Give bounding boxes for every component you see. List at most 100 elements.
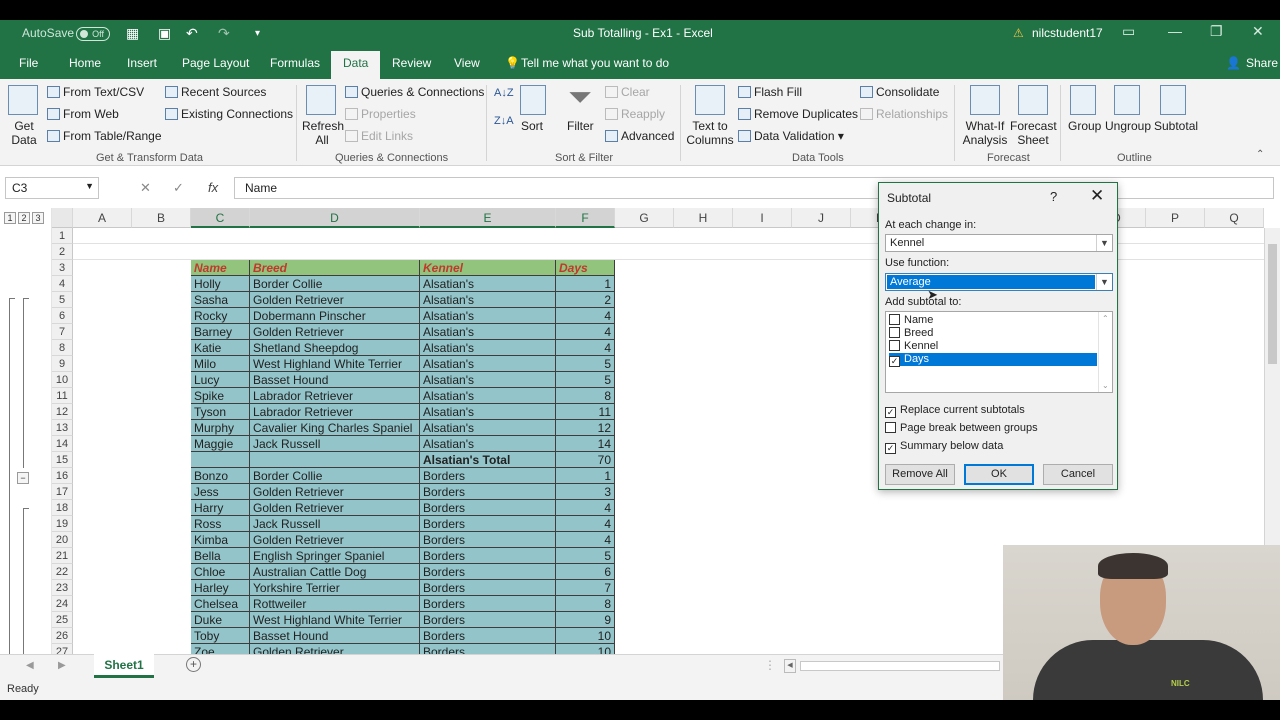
row-header[interactable]: 5 (52, 292, 73, 308)
field-item-name[interactable]: Name (889, 314, 1097, 327)
relationships-button[interactable]: Relationships (860, 107, 948, 121)
row-header[interactable]: 12 (52, 404, 73, 420)
row-header[interactable]: 7 (52, 324, 73, 340)
ungroup-button[interactable]: Ungroup (1105, 119, 1151, 133)
autosave-toggle[interactable]: Off (76, 27, 110, 41)
column-header-f[interactable]: F (556, 208, 615, 228)
row-header[interactable]: 25 (52, 612, 73, 628)
breed-cell[interactable]: Basset Hound (250, 372, 420, 388)
recent-sources-button[interactable]: Recent Sources (165, 85, 266, 99)
kennel-cell[interactable]: Alsatian's (420, 340, 556, 356)
breed-cell[interactable]: Basset Hound (250, 628, 420, 644)
column-header-h[interactable]: H (674, 208, 733, 228)
days-cell[interactable]: 4 (556, 308, 615, 324)
days-cell[interactable]: 4 (556, 324, 615, 340)
flash-fill-button[interactable]: Flash Fill (738, 85, 802, 99)
name-cell[interactable]: Bonzo (191, 468, 250, 484)
column-header-g[interactable]: G (615, 208, 674, 228)
reapply-button[interactable]: Reapply (605, 107, 665, 121)
add-subtotal-list[interactable]: Name Breed Kennel ✓ Days ⌃ ⌄ (885, 311, 1113, 393)
breed-cell[interactable] (250, 452, 420, 468)
days-cell[interactable]: 5 (556, 548, 615, 564)
row-header[interactable]: 11 (52, 388, 73, 404)
breed-cell[interactable]: Golden Retriever (250, 292, 420, 308)
name-cell[interactable]: Barney (191, 324, 250, 340)
queries-connections-button[interactable]: Queries & Connections (345, 85, 484, 99)
chevron-down-icon[interactable]: ▼ (1096, 274, 1112, 290)
scroll-up-icon[interactable]: ⌃ (1102, 314, 1109, 323)
confirm-entry-icon[interactable]: ✓ (173, 180, 184, 196)
column-header-b[interactable]: B (132, 208, 191, 228)
days-cell[interactable]: 9 (556, 612, 615, 628)
kennel-cell[interactable]: Alsatian's (420, 324, 556, 340)
column-header-e[interactable]: E (420, 208, 556, 228)
text-to-columns-button[interactable]: Text to Columns (686, 119, 734, 147)
field-item-kennel[interactable]: Kennel (889, 340, 1097, 353)
row-header[interactable]: 18 (52, 500, 73, 516)
kennel-cell[interactable]: Borders (420, 596, 556, 612)
kennel-cell[interactable]: Borders (420, 484, 556, 500)
kennel-cell[interactable]: Borders (420, 516, 556, 532)
add-sheet-icon[interactable]: + (186, 657, 201, 672)
kennel-cell[interactable]: Borders (420, 612, 556, 628)
row-header[interactable]: 1 (52, 228, 73, 244)
use-function-select[interactable]: Average ▼ (885, 273, 1113, 291)
breed-cell[interactable]: Jack Russell (250, 516, 420, 532)
page-break-checkbox[interactable] (885, 422, 896, 433)
group-button[interactable]: Group (1068, 119, 1101, 133)
row-header[interactable]: 21 (52, 548, 73, 564)
next-sheet-icon[interactable]: ▶ (58, 660, 66, 671)
name-cell[interactable]: Maggie (191, 436, 250, 452)
row-header[interactable]: 9 (52, 356, 73, 372)
prev-sheet-icon[interactable]: ◀ (26, 660, 34, 671)
outline-level-3-button[interactable]: 3 (32, 212, 44, 224)
collapse-ribbon-icon[interactable]: ⌃ (1256, 149, 1264, 160)
name-cell[interactable]: Ross (191, 516, 250, 532)
row-header[interactable]: 23 (52, 580, 73, 596)
name-cell[interactable]: Harley (191, 580, 250, 596)
forecast-sheet-button[interactable]: Forecast Sheet (1010, 119, 1057, 147)
name-cell[interactable]: Milo (191, 356, 250, 372)
table-header-cell[interactable]: Days (556, 260, 615, 276)
row-header[interactable]: 22 (52, 564, 73, 580)
refresh-all-button[interactable]: Refresh All (302, 119, 344, 147)
kennel-cell[interactable]: Borders (420, 580, 556, 596)
name-cell[interactable]: Spike (191, 388, 250, 404)
name-cell[interactable]: Lucy (191, 372, 250, 388)
kennel-cell[interactable]: Alsatian's (420, 276, 556, 292)
collapse-group-button[interactable]: − (17, 472, 29, 484)
kennel-cell[interactable]: Alsatian's (420, 356, 556, 372)
breed-cell[interactable]: Cavalier King Charles Spaniel (250, 420, 420, 436)
existing-connections-button[interactable]: Existing Connections (165, 107, 293, 121)
properties-button[interactable]: Properties (345, 107, 416, 121)
edit-links-button[interactable]: Edit Links (345, 129, 413, 143)
get-data-button[interactable]: Get Data (10, 119, 38, 147)
redo-icon[interactable]: ↷ (218, 25, 230, 42)
kennel-cell[interactable]: Borders (420, 628, 556, 644)
tab-view[interactable]: View (454, 56, 480, 70)
ribbon-display-icon[interactable]: ▭ (1122, 23, 1135, 40)
advanced-button[interactable]: Advanced (605, 129, 674, 143)
days-cell[interactable]: 10 (556, 628, 615, 644)
breed-cell[interactable]: Shetland Sheepdog (250, 340, 420, 356)
tab-formulas[interactable]: Formulas (270, 56, 320, 70)
name-box[interactable]: C3 ▼ (5, 177, 99, 199)
chevron-down-icon[interactable]: ▼ (1096, 235, 1112, 251)
days-cell[interactable]: 8 (556, 596, 615, 612)
select-all-corner[interactable] (52, 208, 73, 228)
days-cell[interactable]: 8 (556, 388, 615, 404)
tab-data[interactable]: Data (331, 51, 381, 79)
days-cell[interactable]: 2 (556, 292, 615, 308)
column-header-a[interactable]: A (73, 208, 132, 228)
days-cell[interactable]: 70 (556, 452, 615, 468)
kennel-cell[interactable]: Borders (420, 564, 556, 580)
user-name[interactable]: nilcstudent17 (1032, 26, 1103, 40)
column-header-p[interactable]: P (1146, 208, 1205, 228)
days-cell[interactable]: 3 (556, 484, 615, 500)
column-header-q[interactable]: Q (1205, 208, 1264, 228)
row-header[interactable]: 15 (52, 452, 73, 468)
breed-cell[interactable]: Golden Retriever (250, 484, 420, 500)
days-cell[interactable]: 6 (556, 564, 615, 580)
breed-cell[interactable]: Labrador Retriever (250, 404, 420, 420)
summary-below-option[interactable]: ✓ Summary below data (885, 440, 1003, 454)
